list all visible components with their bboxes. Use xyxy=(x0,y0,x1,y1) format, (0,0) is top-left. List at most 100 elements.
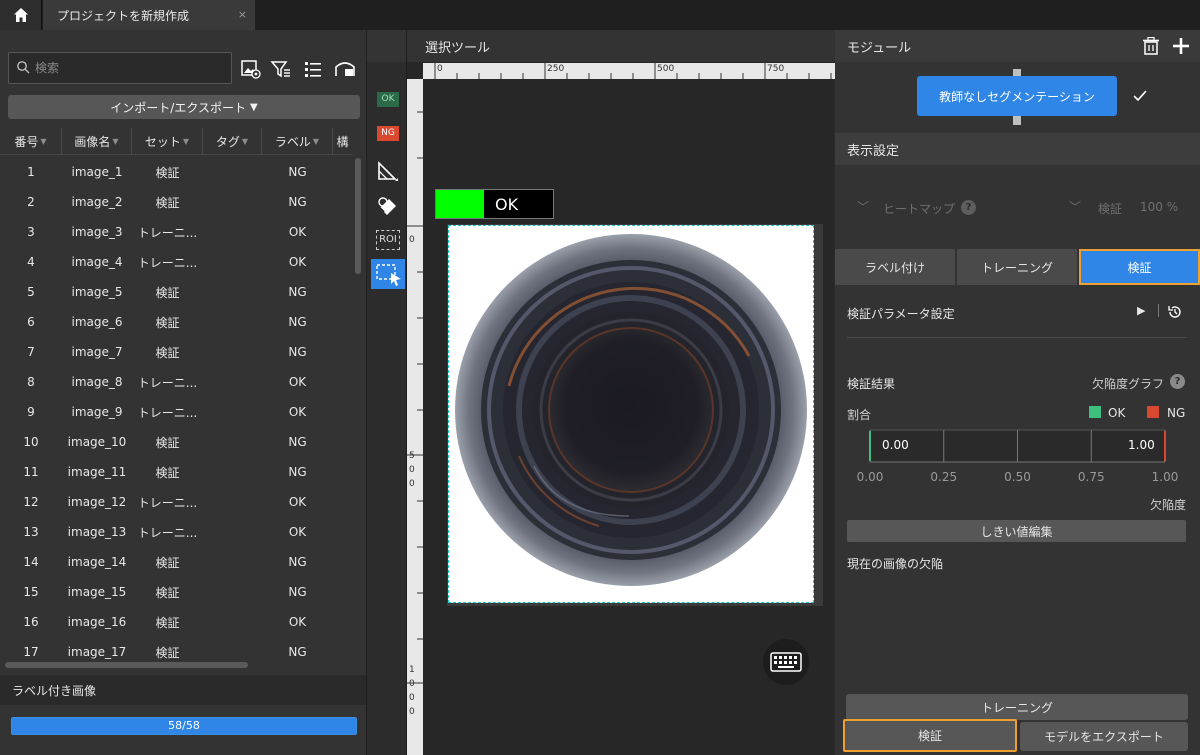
list-view-icon[interactable] xyxy=(302,58,324,80)
table-row[interactable]: 7 image_7 検証 NG xyxy=(0,337,352,367)
row-set: トレーニ... xyxy=(137,255,198,270)
row-label: OK xyxy=(288,225,307,239)
ruler-h-label: 0 xyxy=(437,64,443,74)
inspected-image[interactable] xyxy=(448,225,814,603)
eraser-tool-icon[interactable] xyxy=(376,194,400,218)
caret-down-icon: ▼ xyxy=(249,101,258,113)
threshold-high-value[interactable]: 1.00 xyxy=(1128,438,1155,452)
divider xyxy=(1158,304,1159,317)
opacity-value[interactable]: 100 % xyxy=(1140,200,1178,214)
column-header-set[interactable]: セット ▼ xyxy=(132,128,203,155)
row-number: 4 xyxy=(27,255,35,269)
row-set: 検証 xyxy=(155,555,180,570)
tab-labeling[interactable]: ラベル付け xyxy=(835,249,955,285)
row-image-name: image_7 xyxy=(71,345,123,359)
row-number: 16 xyxy=(23,615,39,629)
ok-label-tool[interactable]: OK xyxy=(377,92,399,107)
table-row[interactable]: 12 image_12 トレーニ... OK xyxy=(0,487,352,517)
table-row[interactable]: 8 image_8 トレーニ... OK xyxy=(0,367,352,397)
x-tick-label: 0.25 xyxy=(930,470,957,484)
table-row[interactable]: 11 image_11 検証 NG xyxy=(0,457,352,487)
inspection-result-badge: OK xyxy=(435,189,554,219)
row-number: 2 xyxy=(27,195,35,209)
row-set: トレーニ... xyxy=(137,405,198,420)
eye-off-icon[interactable]: ﹀ xyxy=(857,198,869,215)
ng-label-tool[interactable]: NG xyxy=(377,126,399,141)
verify-button[interactable]: 検証 xyxy=(843,719,1017,752)
table-row[interactable]: 5 image_5 検証 NG xyxy=(0,277,352,307)
eye-off-icon[interactable]: ﹀ xyxy=(1069,198,1081,215)
tab-verify[interactable]: 検証 xyxy=(1079,249,1200,285)
export-model-button[interactable]: モデルをエクスポート xyxy=(1020,722,1188,751)
display-settings-header: 表示設定 xyxy=(835,133,1200,165)
help-icon[interactable]: ? xyxy=(1170,374,1185,389)
table-row[interactable]: 17 image_17 検証 NG xyxy=(0,637,352,659)
row-image-name: image_17 xyxy=(67,645,127,659)
row-image-name: image_11 xyxy=(67,465,127,479)
row-set: 検証 xyxy=(155,285,180,300)
row-image-name: image_5 xyxy=(71,285,123,299)
table-row[interactable]: 10 image_10 検証 NG xyxy=(0,427,352,457)
row-image-name: image_14 xyxy=(67,555,127,569)
table-row[interactable]: 13 image_13 トレーニ... OK xyxy=(0,517,352,547)
module-node-button[interactable]: 教師なしセグメンテーション xyxy=(917,76,1117,116)
table-row[interactable]: 1 image_1 検証 NG xyxy=(0,157,352,187)
home-button[interactable] xyxy=(0,0,42,30)
edit-threshold-button[interactable]: しきい値編集 xyxy=(847,520,1186,542)
filter-icon[interactable] xyxy=(270,58,292,80)
column-header-label[interactable]: ラベル ▼ xyxy=(262,128,333,155)
tab-training[interactable]: トレーニング xyxy=(957,249,1077,285)
table-row[interactable]: 16 image_16 検証 OK xyxy=(0,607,352,637)
close-tab-icon[interactable]: × xyxy=(238,8,247,21)
table-row[interactable]: 9 image_9 トレーニ... OK xyxy=(0,397,352,427)
add-icon[interactable] xyxy=(1172,37,1190,55)
panel-toggle-icon[interactable] xyxy=(334,58,356,80)
image-list-panel: インポート/エクスポート ▼ 番号▼ 画像名▼ セット▼ タグ▼ ラベル▼ 構 … xyxy=(0,30,366,755)
keyboard-shortcuts-button[interactable] xyxy=(763,639,809,685)
row-image-name: image_16 xyxy=(67,615,127,629)
select-tool-button[interactable] xyxy=(371,259,405,289)
table-row[interactable]: 4 image_4 トレーニ... OK xyxy=(0,247,352,277)
row-label: OK xyxy=(288,405,307,419)
image-viewport xyxy=(447,224,823,606)
help-icon[interactable]: ? xyxy=(961,200,976,215)
column-header-tag[interactable]: タグ ▼ xyxy=(203,128,262,155)
play-icon[interactable]: ▶ xyxy=(1137,304,1145,317)
keyboard-icon xyxy=(770,652,802,672)
table-row[interactable]: 3 image_3 トレーニ... OK xyxy=(0,217,352,247)
x-axis-label: 欠陥度 xyxy=(1150,498,1187,512)
vertical-scrollbar[interactable] xyxy=(355,158,361,274)
table-row[interactable]: 14 image_14 検証 NG xyxy=(0,547,352,577)
table-row[interactable]: 2 image_2 検証 NG xyxy=(0,187,352,217)
row-set: トレーニ... xyxy=(137,495,198,510)
roi-tool[interactable]: ROI xyxy=(376,230,400,250)
train-button[interactable]: トレーニング xyxy=(846,694,1188,720)
display-settings-title: 表示設定 xyxy=(847,143,900,159)
column-header-extra[interactable]: 構 xyxy=(333,128,352,155)
image-settings-icon[interactable] xyxy=(240,58,262,80)
row-label: OK xyxy=(288,255,307,269)
row-number: 1 xyxy=(27,165,35,179)
image-canvas[interactable]: 選択ツール 0 250 500 750 0 5 0 0 1 0 0 0 OK xyxy=(406,30,835,755)
row-label: NG xyxy=(288,585,307,599)
project-tab[interactable]: プロジェクトを新規作成 × xyxy=(43,0,255,30)
table-row[interactable]: 6 image_6 検証 NG xyxy=(0,307,352,337)
check-icon xyxy=(1133,90,1147,102)
verify-params-title[interactable]: 検証パラメータ設定 xyxy=(847,305,955,322)
threshold-low-value[interactable]: 0.00 xyxy=(882,438,909,452)
column-header-name[interactable]: 画像名 ▼ xyxy=(62,128,132,155)
trash-icon[interactable] xyxy=(1142,37,1160,55)
column-header-number[interactable]: 番号 ▼ xyxy=(0,128,62,155)
row-label: NG xyxy=(288,555,307,569)
section-divider xyxy=(847,337,1187,338)
import-export-button[interactable]: インポート/エクスポート ▼ xyxy=(8,95,360,119)
search-box[interactable] xyxy=(8,52,232,84)
module-tabs: ラベル付け トレーニング 検証 xyxy=(835,249,1200,285)
polygon-tool-icon[interactable] xyxy=(376,160,400,184)
row-set: 検証 xyxy=(155,165,180,180)
history-icon[interactable] xyxy=(1167,304,1183,320)
search-input[interactable] xyxy=(35,59,225,77)
row-set: 検証 xyxy=(155,645,180,660)
horizontal-scrollbar[interactable] xyxy=(5,662,248,668)
table-row[interactable]: 15 image_15 検証 NG xyxy=(0,577,352,607)
